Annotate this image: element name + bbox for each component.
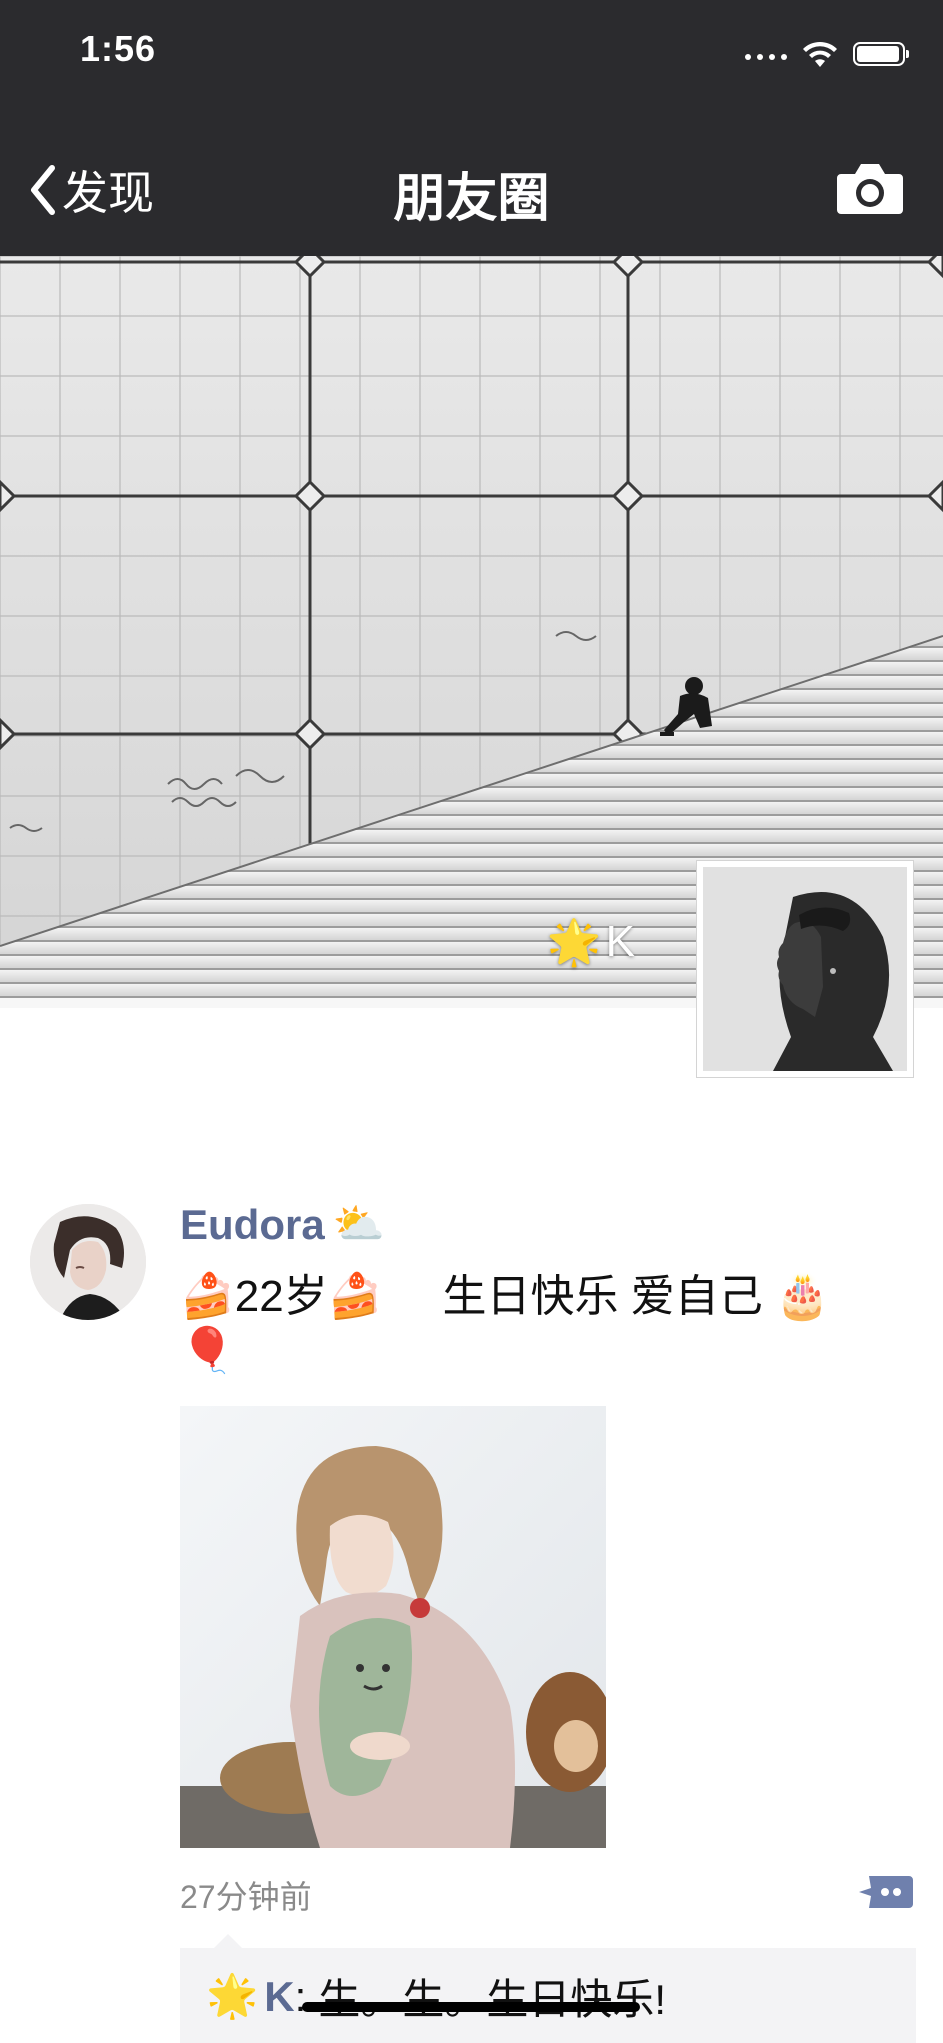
page-title: 朋友圈 [393, 170, 550, 228]
more-actions-icon [859, 1876, 913, 1908]
wifi-icon [803, 41, 837, 67]
post-photo[interactable] [180, 1406, 606, 1848]
comment-area: 🌟 K : 生。生。生日快乐! [180, 1934, 916, 2043]
post-author-name: Eudora [180, 1200, 325, 1248]
owner-name-text: K [605, 917, 635, 966]
post-text: 🍰22岁🍰 生日快乐 爱自己 🎂 🎈 [180, 1270, 900, 1378]
comment-separator: : [294, 1972, 307, 2020]
post-author[interactable]: Eudora ⛅ [180, 1200, 385, 1249]
post-author-avatar[interactable] [30, 1204, 146, 1320]
status-time: 1:56 [80, 28, 157, 69]
home-indicator[interactable] [302, 2002, 640, 2012]
post-actions-button[interactable] [859, 1872, 913, 1912]
signal-icon [745, 48, 787, 60]
author-avatar-image [30, 1204, 146, 1320]
post-text-part2: 生日快乐 爱自己 🎂 [442, 1272, 830, 1321]
post-photo-image [180, 1406, 606, 1848]
profile-avatar[interactable] [696, 860, 914, 1078]
post-text-part1: 🍰22岁🍰 [180, 1272, 383, 1321]
cloud-sun-emoji: ⛅ [332, 1200, 385, 1247]
star-emoji: 🌟 [546, 918, 602, 967]
post-text-part3: 🎈 [180, 1326, 235, 1375]
status-icons [745, 36, 909, 72]
top-bar: 1:56 发现 朋友圈 [0, 0, 943, 256]
comment-text: 生。生。生日快乐! [318, 1976, 666, 2023]
camera-icon [837, 164, 903, 214]
comment-item[interactable]: 🌟 K : 生。生。生日快乐! [206, 1966, 666, 2027]
post-timestamp: 27分钟前 [180, 1879, 312, 1915]
comment-author-emoji: 🌟 [206, 1972, 259, 2019]
moments-screen: 1:56 发现 朋友圈 🌟 K Eudora ⛅ 🍰22岁🍰 生日快乐 爱自己 … [0, 0, 943, 2043]
cover-owner-name: 🌟 K [547, 916, 635, 968]
comment-author[interactable]: K [264, 1973, 294, 2021]
avatar-image [703, 867, 907, 1071]
battery-icon [853, 42, 909, 66]
camera-button[interactable] [835, 160, 905, 216]
